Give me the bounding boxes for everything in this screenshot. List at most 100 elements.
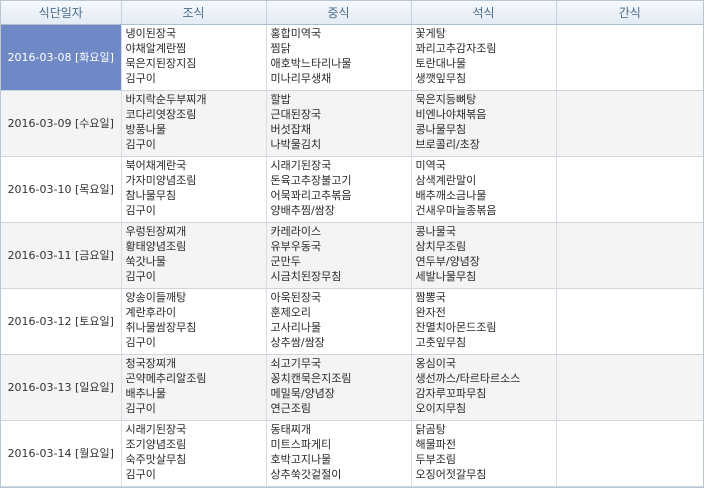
meal-plan-grid: 식단일자 조식 중식 석식 간식 2016-03-08 [화요일] 냉이된장국 야채…	[0, 0, 704, 488]
dish-item: 유부우동국	[270, 240, 322, 253]
dish-item: 애호박느타리나물	[270, 57, 352, 70]
snack-cell[interactable]	[556, 222, 703, 289]
breakfast-cell[interactable]: 양송이들깨탕 계란후라이 취나물쌈장무침 김구이	[121, 288, 267, 355]
table-row[interactable]: 2016-03-10 [목요일] 북어채계란국 가자미양념조림 참나물무침 김구이 시래기…	[1, 156, 703, 223]
lunch-cell[interactable]: 카레라이스 유부우동국 군만두 시금치된장무침	[266, 222, 412, 289]
dish-item: 묵은지된장지짐	[125, 57, 197, 70]
dish-item: 가자미양념조림	[125, 174, 197, 187]
dish-item: 김구이	[125, 402, 156, 415]
dish-item: 방풍나물	[125, 123, 166, 136]
table-row[interactable]: 2016-03-13 [일요일] 청국장찌개 곤약메추리알조림 배추나물 김구이 쇠고기무…	[1, 354, 703, 421]
dish-item: 숙주맛살무침	[125, 453, 187, 466]
lunch-cell[interactable]: 시래기된장국 돈육고추장불고기 어묵꽈리고추볶음 양배추찜/쌈장	[266, 156, 412, 223]
snack-cell[interactable]	[556, 288, 703, 355]
table-row[interactable]: 2016-03-09 [수요일] 바지락순두부찌개 코다리엿장조림 방풍나물 김구이 할밥…	[1, 90, 703, 157]
dish-item: 호박고지나물	[270, 453, 332, 466]
dish-item: 냉이된장국	[125, 27, 177, 40]
lunch-cell[interactable]: 동태찌개 미트스파게티 호박고지나물 상추쑥갓겉절이	[266, 420, 412, 487]
date-cell[interactable]: 2016-03-13 [일요일]	[1, 354, 122, 421]
dish-item: 생깻잎무침	[415, 72, 467, 85]
dinner-cell[interactable]: 묵은지등뼈탕 비엔나야채볶음 콩나물무침 브로콜리/초장	[411, 90, 557, 157]
snack-cell[interactable]	[556, 156, 703, 223]
snack-cell[interactable]	[556, 24, 703, 91]
lunch-cell[interactable]: 아욱된장국 훈제오리 고사리나물 상추쌈/쌈장	[266, 288, 412, 355]
dish-item: 할밥	[270, 93, 291, 106]
dish-item: 꽈리고추감자조림	[415, 42, 497, 55]
dish-item: 묵은지등뼈탕	[415, 93, 477, 106]
date-cell[interactable]: 2016-03-12 [토요일]	[1, 288, 122, 355]
dish-item: 감자루꼬파무침	[415, 387, 487, 400]
breakfast-cell[interactable]: 냉이된장국 야채알계란찜 묵은지된장지짐 김구이	[121, 24, 267, 91]
dish-item: 완자전	[415, 306, 446, 319]
dish-item: 김구이	[125, 336, 156, 349]
column-header-dinner[interactable]: 석식	[411, 1, 557, 25]
dinner-cell[interactable]: 미역국 삼색계란말이 배추깨소금나물 건새우마늘종볶음	[411, 156, 557, 223]
dish-item: 상추쌈/쌈장	[270, 336, 325, 349]
dish-item: 김구이	[125, 138, 156, 151]
date-cell[interactable]: 2016-03-11 [금요일]	[1, 222, 122, 289]
dish-item: 훈제오리	[270, 306, 311, 319]
dinner-cell[interactable]: 짬뽕국완자전잔멸치아몬드조림고춧잎무침	[411, 288, 557, 355]
table-row[interactable]: 2016-03-11 [금요일] 우렁된장찌개 황태양념조림 쑥갓나물 김구이 카레라이스…	[1, 222, 703, 289]
dish-item: 우렁된장찌개	[125, 225, 187, 238]
dinner-cell[interactable]: 꽃게탕 꽈리고추감자조림 토란대나물 생깻잎무침	[411, 24, 557, 91]
dish-item: 곤약메추리알조림	[125, 372, 207, 385]
dish-item: 배추깨소금나물	[415, 189, 487, 202]
dish-item: 홍합미역국	[270, 27, 322, 40]
table-row[interactable]: 2016-03-08 [화요일] 냉이된장국 야채알계란찜 묵은지된장지짐 김구이 홍합미…	[1, 24, 703, 91]
dish-item: 바지락순두부찌개	[125, 93, 207, 106]
table-row[interactable]: 2016-03-12 [토요일] 양송이들깨탕 계란후라이 취나물쌈장무침 김구이 아욱된…	[1, 288, 703, 355]
snack-cell[interactable]	[556, 420, 703, 487]
lunch-cell[interactable]: 할밥 근대된장국 버섯잡채 나박물김치	[266, 90, 412, 157]
meal-plan-table: 식단일자 조식 중식 석식 간식 2016-03-08 [화요일] 냉이된장국 야채…	[1, 1, 703, 487]
dish-item: 김구이	[125, 72, 156, 85]
breakfast-cell[interactable]: 우렁된장찌개 황태양념조림 쑥갓나물 김구이	[121, 222, 267, 289]
dish-item: 메밀묵/양념장	[270, 387, 335, 400]
dinner-cell[interactable]: 옹심이국생선까스/타르타르소스감자루꼬파무침오이지무침	[411, 354, 557, 421]
dish-item: 오이지무침	[415, 402, 467, 415]
dish-item: 시래기된장국	[270, 159, 332, 172]
dish-item: 북어채계란국	[125, 159, 187, 172]
dish-item: 콩나물국	[415, 225, 456, 238]
dish-item: 콩나물무침	[415, 123, 467, 136]
dish-item: 김구이	[125, 270, 156, 283]
dish-item: 짬뽕국	[415, 291, 446, 304]
column-header-breakfast[interactable]: 조식	[121, 1, 267, 25]
dish-item: 참나물무침	[125, 189, 177, 202]
date-cell[interactable]: 2016-03-09 [수요일]	[1, 90, 122, 157]
column-header-snack[interactable]: 간식	[556, 1, 703, 25]
dish-item: 배추나물	[125, 387, 166, 400]
dish-item: 삼색계란말이	[415, 174, 477, 187]
column-header-lunch[interactable]: 중식	[266, 1, 412, 25]
breakfast-cell[interactable]: 시래기된장국 조기양념조림 숙주맛살무침 김구이	[121, 420, 267, 487]
date-cell[interactable]: 2016-03-10 [목요일]	[1, 156, 122, 223]
breakfast-cell[interactable]: 북어채계란국가자미양념조림참나물무침김구이	[121, 156, 267, 223]
dish-item: 세발나물무침	[415, 270, 477, 283]
column-header-date[interactable]: 식단일자	[1, 1, 122, 25]
dish-item: 시래기된장국	[125, 423, 187, 436]
dish-item: 나박물김치	[270, 138, 322, 151]
dish-item: 토란대나물	[415, 57, 467, 70]
dish-item: 청국장찌개	[125, 357, 177, 370]
dish-item: 미나리무생채	[270, 72, 332, 85]
snack-cell[interactable]	[556, 354, 703, 421]
date-cell[interactable]: 2016-03-14 [월요일]	[1, 420, 122, 487]
breakfast-cell[interactable]: 바지락순두부찌개 코다리엿장조림 방풍나물 김구이	[121, 90, 267, 157]
dish-item: 군만두	[270, 255, 301, 268]
breakfast-cell[interactable]: 청국장찌개곤약메추리알조림배추나물김구이	[121, 354, 267, 421]
dinner-cell[interactable]: 닭곰탕 해물파전 두부조림 오징어젓갈무침	[411, 420, 557, 487]
date-cell[interactable]: 2016-03-08 [화요일]	[1, 24, 122, 91]
dish-item: 양배추찜/쌈장	[270, 204, 335, 217]
snack-cell[interactable]	[556, 90, 703, 157]
dish-item: 생선까스/타르타르소스	[415, 372, 521, 385]
dinner-cell[interactable]: 콩나물국 삼치무조림 연두부/양념장 세발나물무침	[411, 222, 557, 289]
dish-item: 삼치무조림	[415, 240, 467, 253]
lunch-cell[interactable]: 쇠고기무국 꽁치캔묵은지조림 메밀묵/양념장 연근조림	[266, 354, 412, 421]
dish-item: 잔멸치아몬드조림	[415, 321, 497, 334]
dish-item: 김구이	[125, 204, 156, 217]
dish-item: 고춧잎무침	[415, 336, 467, 349]
dish-item: 옹심이국	[415, 357, 456, 370]
dish-item: 카레라이스	[270, 225, 322, 238]
table-row[interactable]: 2016-03-14 [월요일] 시래기된장국 조기양념조림 숙주맛살무침 김구이 동태찌…	[1, 420, 703, 487]
lunch-cell[interactable]: 홍합미역국 찜닭 애호박느타리나물 미나리무생채	[266, 24, 412, 91]
